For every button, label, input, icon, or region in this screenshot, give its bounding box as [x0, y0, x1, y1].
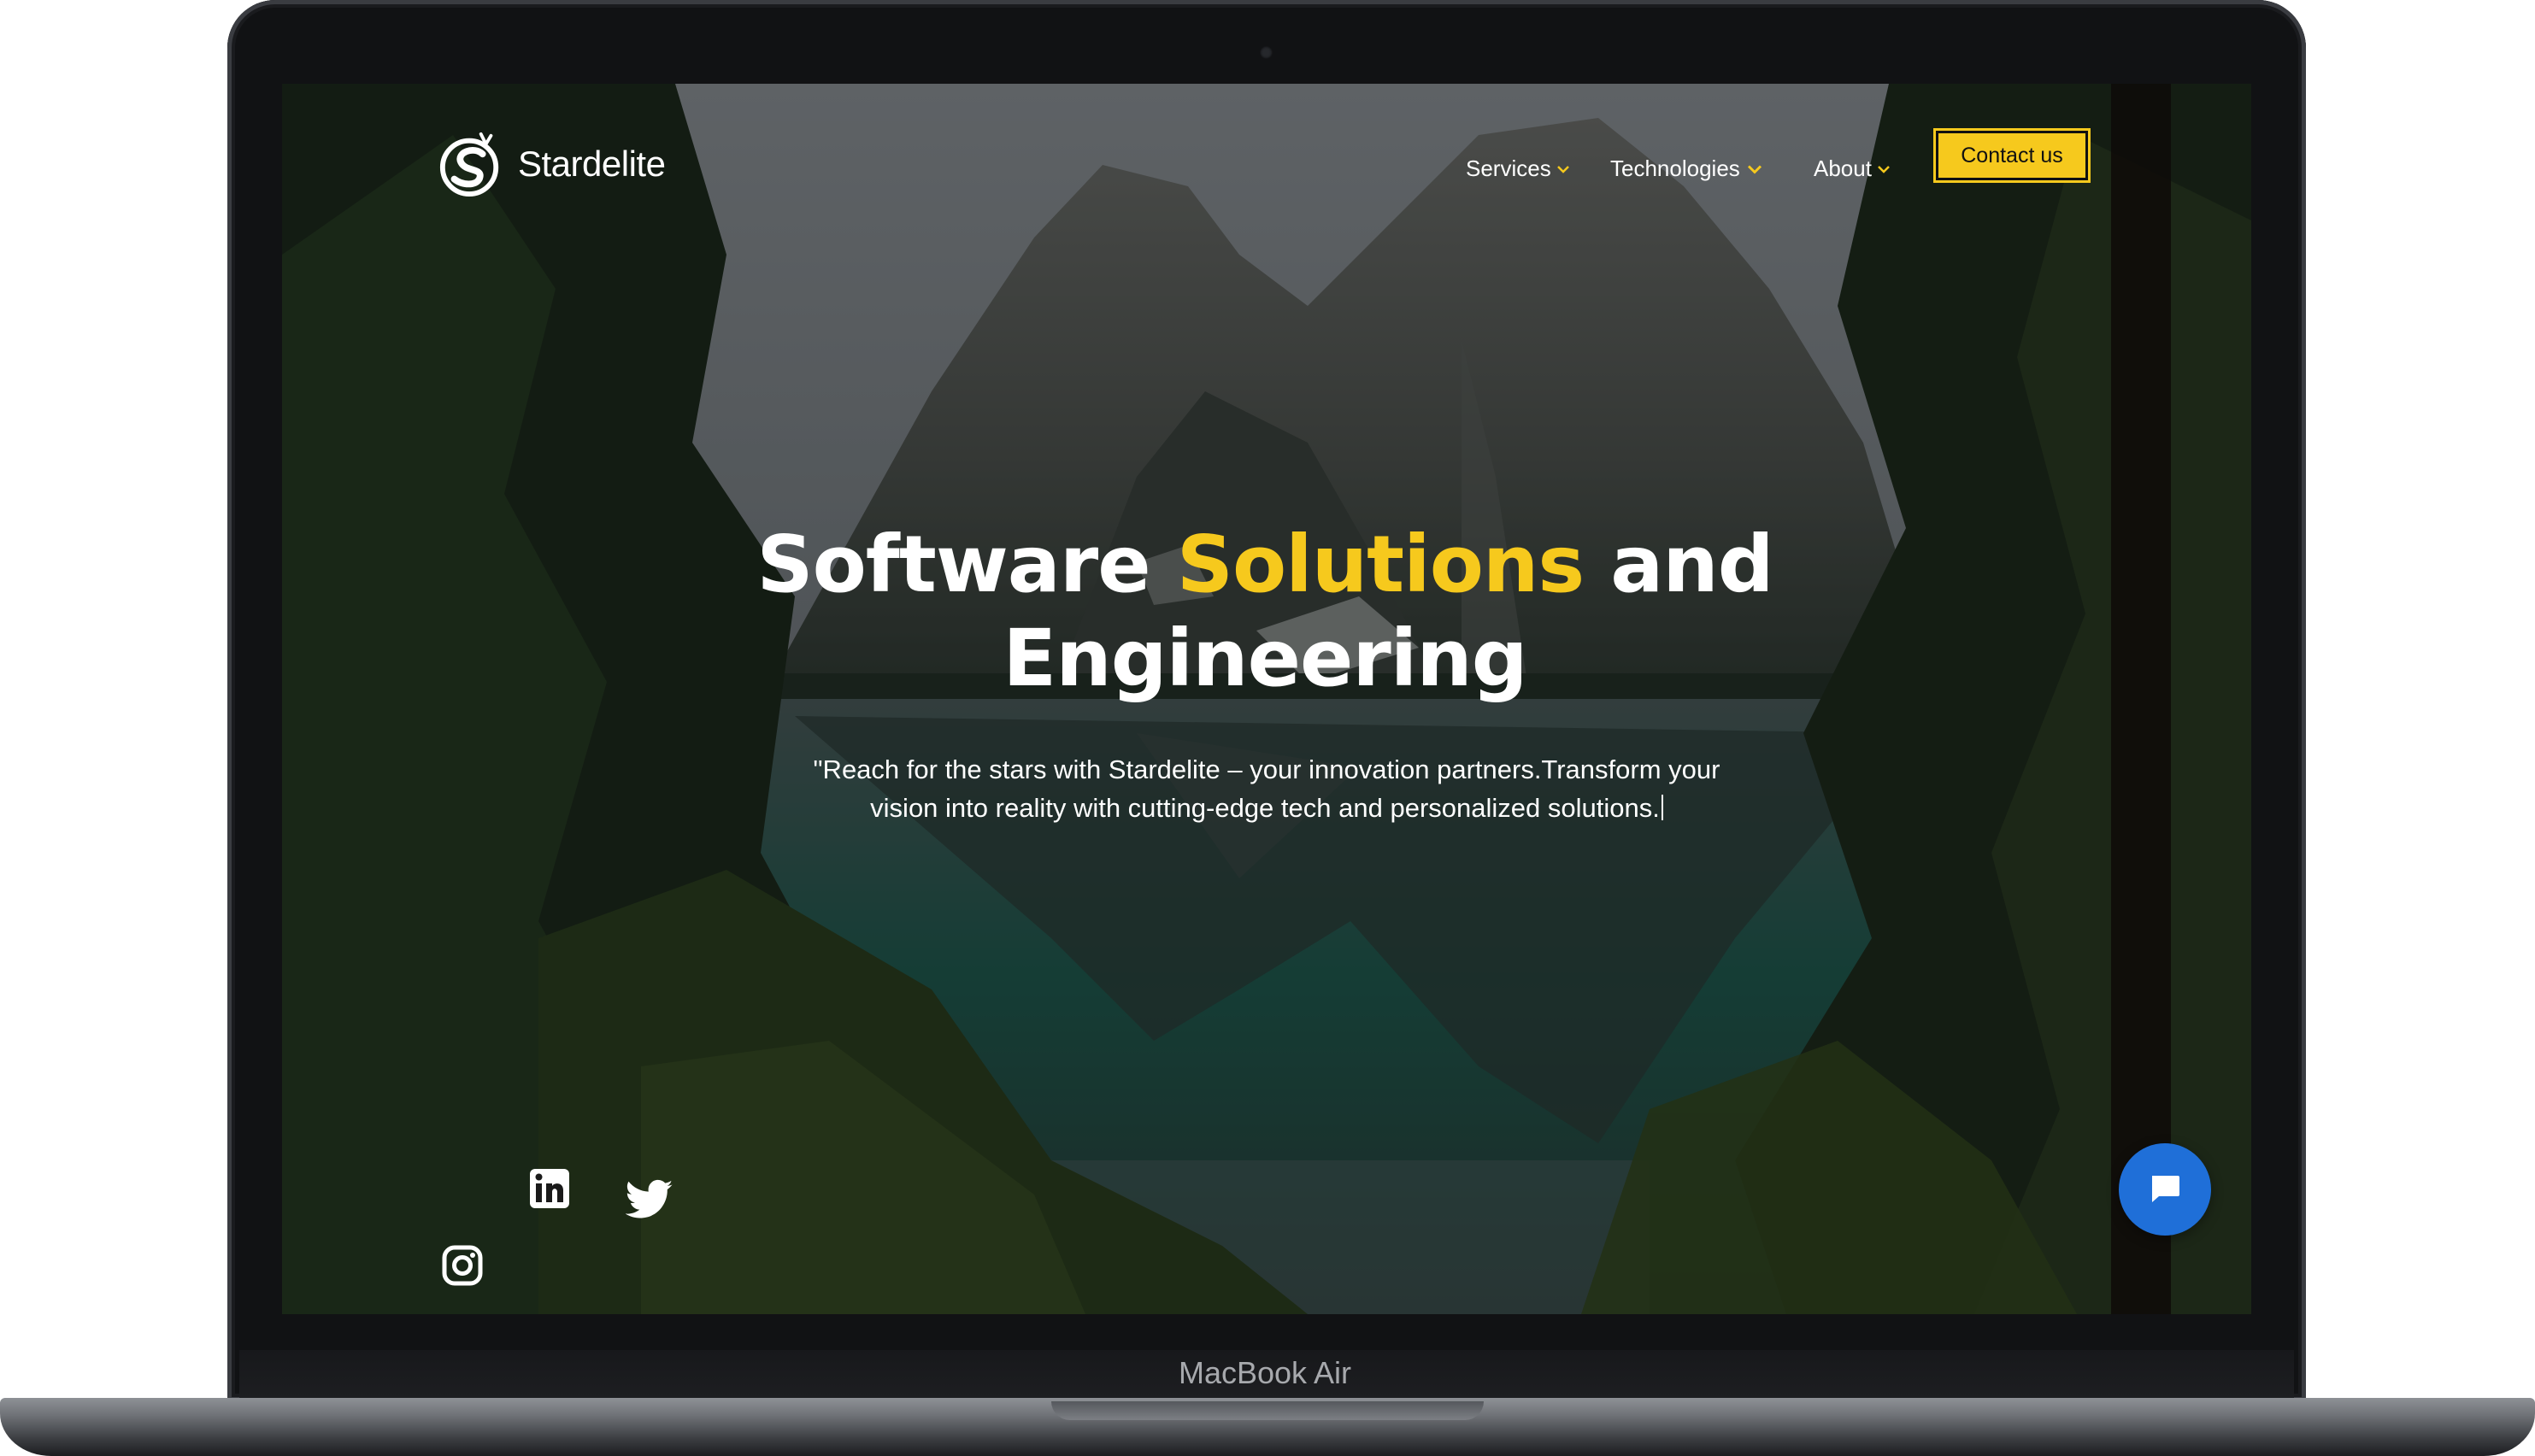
hero-title-part1: Software: [756, 519, 1150, 610]
chevron-down-icon: [1878, 165, 1890, 173]
nav-item-about[interactable]: About: [1814, 156, 1891, 182]
laptop-hinge-notch: [1051, 1401, 1484, 1420]
instagram-icon[interactable]: [441, 1244, 484, 1287]
typing-caret: [1661, 795, 1663, 820]
chevron-down-icon: [1747, 164, 1762, 174]
brand-logo[interactable]: Stardelite: [438, 121, 666, 207]
nav-item-technologies[interactable]: Technologies: [1610, 156, 1764, 182]
nav-item-label: Services: [1466, 156, 1551, 181]
chevron-down-icon: [1556, 165, 1569, 173]
contact-us-button[interactable]: Contact us: [1933, 128, 2091, 183]
stardelite-s-logo-icon: [439, 132, 499, 197]
hero-title-line2: Engineering: [1003, 613, 1527, 704]
nav-item-label: About: [1814, 156, 1872, 181]
hero-title-part2: and: [1610, 519, 1773, 610]
hero-subtitle-line1: "Reach for the stars with Stardelite – y…: [813, 754, 1720, 784]
brand-name: Stardelite: [518, 144, 666, 184]
twitter-icon[interactable]: [626, 1179, 673, 1220]
nav-item-label: Technologies: [1610, 156, 1740, 181]
hero-title: Software Solutions and Engineering: [538, 518, 1991, 706]
hero-subtitle: "Reach for the stars with Stardelite – y…: [752, 750, 1781, 827]
linkedin-icon[interactable]: [528, 1167, 571, 1210]
chat-widget-button[interactable]: [2119, 1143, 2211, 1236]
nav-item-services[interactable]: Services: [1466, 156, 1570, 182]
device-model-label: MacBook Air: [1178, 1355, 1352, 1390]
chat-bubble-icon: [2152, 1176, 2179, 1202]
hero-title-accent: Solutions: [1176, 519, 1585, 610]
laptop-screen: Stardelite Services Technologies About C…: [282, 84, 2251, 1314]
webcam: [1260, 46, 1273, 59]
hero-subtitle-line2: vision into reality with cutting-edge te…: [870, 793, 1660, 823]
